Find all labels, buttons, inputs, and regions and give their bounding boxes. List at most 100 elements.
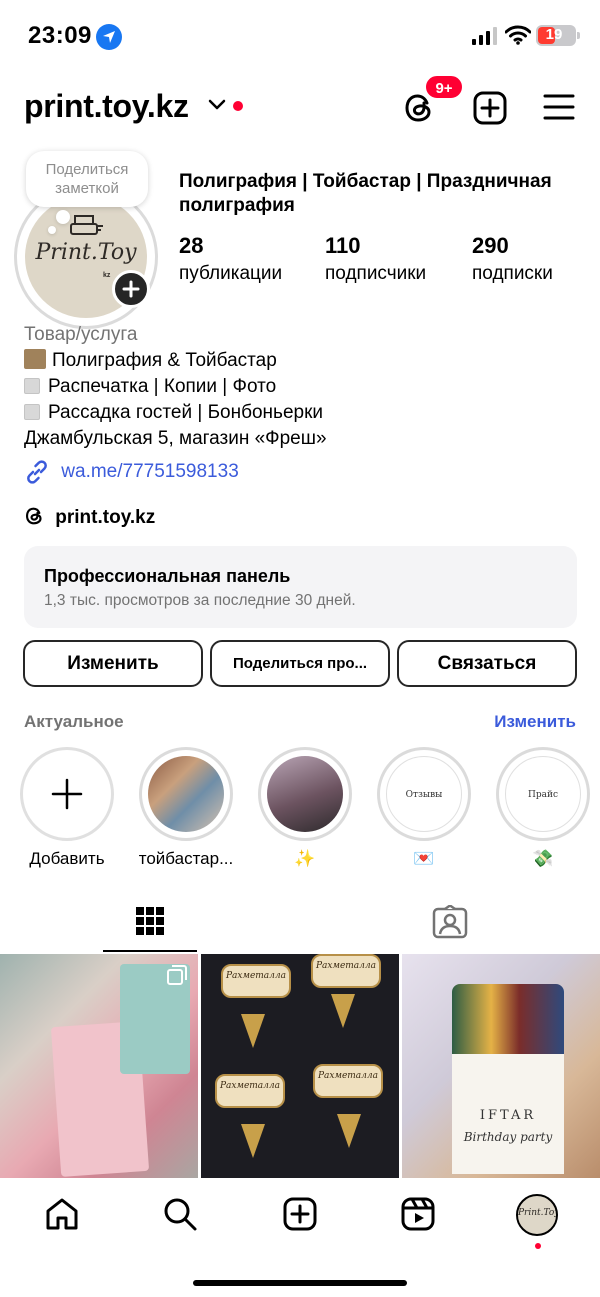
bio: Товар/услуга Полиграфия & Тойбастар Расп… [24,322,584,452]
stat-posts[interactable]: 28 публикации [179,233,282,285]
note-bubble[interactable]: Поделиться заметкой [26,151,148,207]
highlight-cover-text: Прайс [505,756,581,832]
highlights-edit-link[interactable]: Изменить [494,712,576,732]
highlight-cover [148,756,224,832]
bio-line-text: Полиграфия & Тойбастар [52,350,277,371]
iftar-subtitle: Birthday party [463,1130,553,1144]
post-label-card: Рахметалла [313,1064,383,1098]
bio-line-text: Распечатка | Копии | Фото [48,376,277,397]
wifi-icon [505,25,531,45]
plus-icon [51,778,83,810]
stat-value: 28 [179,233,204,258]
threads-profile-link[interactable]: print.toy.kz [24,505,155,529]
stat-value: 110 [325,233,361,258]
stat-label: подписки [472,263,553,284]
tie-shape [337,1114,361,1148]
square-icon [24,378,40,394]
share-profile-button[interactable]: Поделиться про... [210,640,390,687]
post-thumbnail[interactable]: IFTAR Birthday party [402,954,600,1178]
pro-panel-subtitle: 1,3 тыс. просмотров за последние 30 дней… [44,592,356,609]
chevron-down-icon[interactable] [208,99,226,111]
iftar-title: IFTAR [479,1108,537,1123]
square-icon [24,404,40,420]
post-thumbnail[interactable] [0,954,198,1178]
bio-link[interactable]: wa.me/77751598133 [24,459,239,485]
highlight-caption: тойбастар... [138,849,234,868]
create-plus-icon[interactable] [472,90,508,126]
tie-shape [241,1014,265,1048]
bio-category: Товар/услуга [24,324,138,345]
home-icon[interactable] [44,1196,80,1232]
highlight-caption: 💌 [413,849,435,868]
highlight-item[interactable]: ✨ [258,747,352,869]
printer-logo-icon [70,215,103,235]
highlight-add[interactable]: Добавить [20,747,114,869]
active-tab-indicator [103,950,197,952]
location-icon [96,24,122,50]
iftar-card-pattern [452,984,564,1054]
edit-profile-button[interactable]: Изменить [23,640,203,687]
profile-activity-dot [535,1243,541,1249]
highlight-item[interactable]: тойбастар... [139,747,233,869]
status-bar: 23:09 19 [0,0,600,72]
stat-following[interactable]: 290 подписки [472,233,553,285]
stat-followers[interactable]: 110 подписчики [325,233,426,285]
add-story-button[interactable] [112,270,150,308]
note-bubble-tail-small [48,226,56,234]
note-bubble-tail [56,210,70,224]
bio-address: Джамбульская 5, магазин «Фреш» [24,428,327,449]
unread-dot [233,101,243,111]
bio-line: Распечатка | Копии | Фото [24,374,584,400]
avatar-logo-sub: kz [103,272,111,279]
avatar-logo-text: Print.Toy [35,240,137,265]
menu-icon[interactable] [542,92,576,122]
bio-line-text: Рассадка гостей | Бонбоньерки [48,402,324,423]
tie-shape [241,1124,265,1158]
bottom-navigation: Print.Toy [0,1178,600,1297]
bio-line: Рассадка гостей | Бонбоньерки [24,400,584,426]
profile-icon[interactable]: Print.Toy [516,1194,558,1236]
highlight-item[interactable]: Прайс 💸 [496,747,590,869]
profile-display-name: Полиграфия | Тойбастар | Праздничная пол… [179,171,552,216]
search-icon[interactable] [162,1196,198,1232]
battery-level: 19 [545,26,563,43]
create-icon[interactable] [282,1196,318,1232]
status-time: 23:09 [28,22,92,49]
contact-button[interactable]: Связаться [397,640,577,687]
post-thumbnail[interactable]: Рахметалла Рахметалла Рахметалла Рахмета… [201,954,399,1178]
highlight-caption: ✨ [294,849,316,868]
highlight-item[interactable]: Отзывы 💌 [377,747,471,869]
carousel-icon [167,965,187,985]
tagged-icon[interactable] [432,905,468,939]
highlight-caption: Добавить [29,849,105,868]
threads-handle: print.toy.kz [55,507,156,528]
stat-value: 290 [472,233,509,258]
grid-icon[interactable] [135,906,165,936]
bio-line: Полиграфия & Тойбастар [24,348,584,374]
iftar-card: IFTAR Birthday party [452,984,564,1174]
highlight-cover-text: Отзывы [386,756,462,832]
threads-icon [25,507,42,525]
link-icon [27,460,47,484]
stat-label: публикации [179,263,283,284]
stat-label: подписчики [325,263,427,284]
professional-dashboard[interactable]: Профессиональная панель 1,3 тыс. просмот… [24,546,577,628]
highlight-caption: 💸 [532,849,554,868]
tie-shape [331,994,355,1028]
post-label-card: Рахметалла [215,1074,285,1108]
post-label-card: Рахметалла [311,954,381,988]
highlight-cover [267,756,343,832]
cellular-signal-icon [472,27,497,45]
nav-avatar-logo: Print.Toy [518,1208,558,1218]
profile-header: print.toy.kz 9+ [0,74,600,136]
pro-panel-title: Профессиональная панель [44,566,291,586]
plus-icon [122,280,140,298]
notifications-badge: 9+ [424,74,464,100]
username-switcher[interactable]: print.toy.kz [24,88,189,125]
highlights-label: Актуальное [24,712,124,731]
bio-link-text: wa.me/77751598133 [61,461,239,482]
reels-icon[interactable] [400,1196,436,1232]
scroll-icon [24,349,46,369]
home-indicator [193,1280,407,1286]
profile-tabs [0,890,600,954]
